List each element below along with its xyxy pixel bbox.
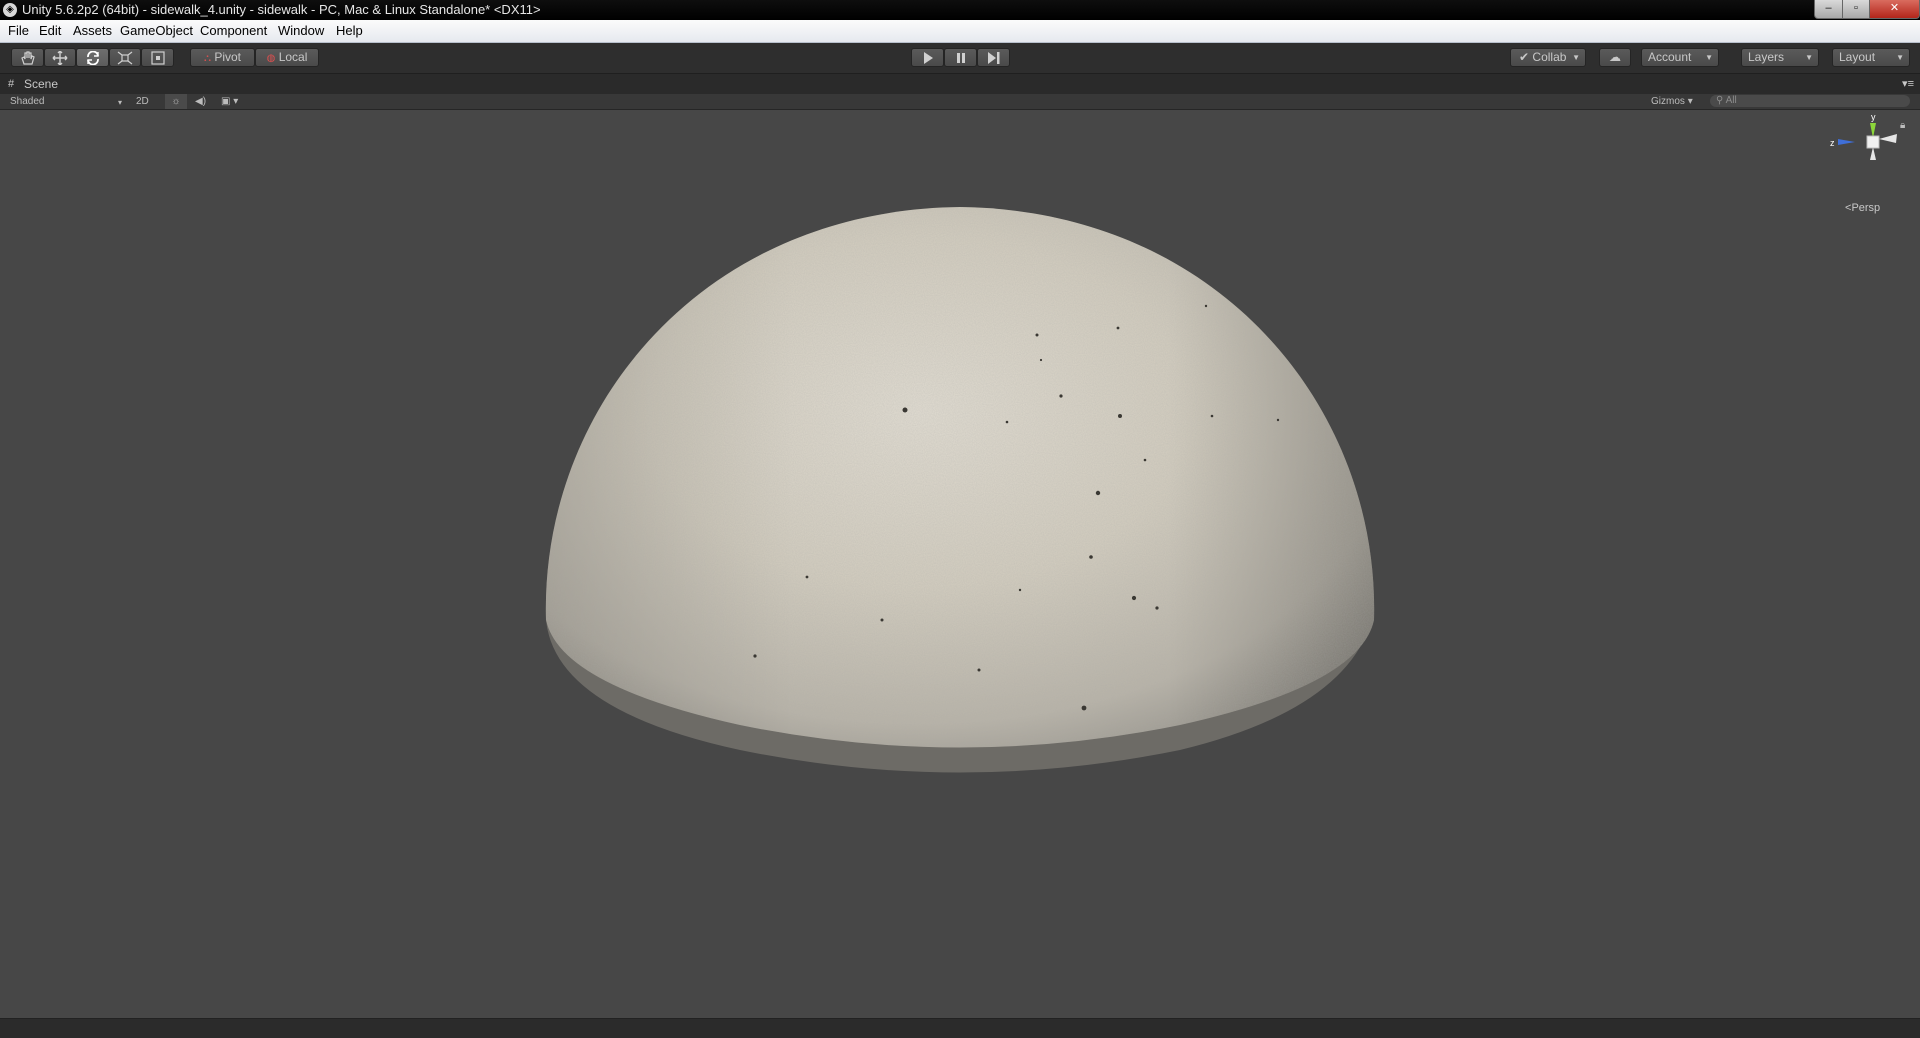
gizmos-label: Gizmos (1651, 96, 1685, 107)
shading-mode-label: Shaded (10, 96, 45, 107)
window-title: Unity 5.6.2p2 (64bit) - sidewalk_4.unity… (22, 2, 541, 17)
shading-mode-dropdown[interactable]: Shaded ▾ (10, 94, 122, 109)
menu-window[interactable]: Window (277, 20, 325, 42)
rect-tool-button[interactable] (141, 48, 174, 67)
local-label: Local (278, 50, 308, 64)
cloud-button[interactable]: ☁ (1599, 48, 1631, 67)
minimize-button[interactable]: – (1814, 0, 1843, 19)
scale-tool-button[interactable] (109, 48, 141, 67)
menu-component[interactable]: Component (199, 20, 268, 42)
chevron-down-icon: ▼ (1805, 53, 1813, 62)
chevron-down-icon: ▼ (1572, 53, 1580, 62)
scene-viewport[interactable]: y z <Persp 🔒︎ (0, 110, 1920, 1018)
scale-tool-icon (117, 51, 133, 65)
rect-tool-icon (150, 51, 165, 65)
play-icon (923, 52, 933, 64)
step-icon (987, 52, 999, 64)
scene-tab-bar: # Scene ▾≡ (0, 74, 1920, 94)
chevron-down-icon: ▼ (1705, 53, 1713, 62)
effects-dropdown[interactable]: ▣ ▾ (221, 94, 238, 109)
pivot-label: Pivot (214, 50, 242, 64)
menu-help[interactable]: Help (335, 20, 364, 42)
axis-neg-y-arrow[interactable] (1870, 147, 1876, 160)
menu-assets[interactable]: Assets (72, 20, 113, 42)
rotate-tool-button[interactable] (76, 48, 109, 67)
speaker-icon: ◀) (195, 96, 207, 107)
axis-y-label: y (1871, 112, 1876, 122)
pause-button[interactable] (944, 48, 977, 67)
menu-file[interactable]: File (7, 20, 30, 42)
hand-tool-icon (20, 51, 35, 65)
scene-search-input[interactable]: ⚲ All (1710, 95, 1910, 107)
concrete-dome-model[interactable] (0, 110, 1920, 1018)
layers-label: Layers (1748, 50, 1785, 64)
grid-icon: # (8, 78, 15, 90)
pivot-icon: ⛬ (203, 53, 211, 64)
unity-app-icon: ◈ (3, 3, 17, 17)
rotate-tool-icon (86, 51, 99, 65)
layout-dropdown[interactable]: Layout ▼ (1832, 48, 1910, 67)
image-icon: ▣ (221, 96, 231, 107)
menu-edit[interactable]: Edit (38, 20, 62, 42)
sun-icon: ☼ (171, 96, 181, 107)
chevron-down-icon: ▼ (1896, 53, 1904, 62)
axis-x-arrow[interactable] (1879, 134, 1897, 143)
chevron-down-icon: ▾ (1687, 96, 1693, 107)
main-toolbar: ⛬ Pivot ◍ Local ✔ Collab ▼ ☁ Account ▼ L… (0, 43, 1920, 74)
account-label: Account (1648, 50, 1692, 64)
chevron-down-icon: ▾ (117, 98, 122, 107)
menu-bar: File Edit Assets GameObject Component Wi… (0, 20, 1920, 43)
layout-label: Layout (1839, 50, 1876, 64)
account-dropdown[interactable]: Account ▼ (1641, 48, 1719, 67)
gizmo-center-cube[interactable] (1866, 135, 1880, 149)
layers-dropdown[interactable]: Layers ▼ (1741, 48, 1819, 67)
cloud-icon: ☁ (1609, 50, 1621, 64)
lock-icon[interactable]: 🔒︎ (1900, 120, 1905, 131)
hand-tool-button[interactable] (11, 48, 44, 67)
maximize-button[interactable]: ▫ (1842, 0, 1870, 19)
scene-view-toolbar: Shaded ▾ 2D ☼ ◀) ▣ ▾ Gizmos ▾ ⚲ All (0, 94, 1920, 110)
panel-menu-icon[interactable]: ▾≡ (1902, 74, 1914, 94)
pause-icon (956, 53, 965, 63)
checkmark-icon: ✔ (1519, 50, 1530, 64)
axis-y-arrow[interactable]: y (1870, 112, 1876, 138)
local-icon: ◍ (266, 53, 276, 64)
collab-label: Collab (1532, 50, 1567, 64)
2d-toggle[interactable]: 2D (136, 94, 149, 109)
search-placeholder: All (1725, 95, 1737, 106)
scene-tab-label[interactable]: Scene (24, 74, 58, 94)
close-button[interactable]: ✕ (1869, 0, 1920, 19)
step-button[interactable] (977, 48, 1010, 67)
search-icon: ⚲ (1716, 95, 1724, 106)
axis-z-label: z (1830, 138, 1835, 148)
window-title-bar: ◈ Unity 5.6.2p2 (64bit) - sidewalk_4.uni… (0, 0, 1920, 20)
projection-toggle[interactable]: <Persp (1845, 202, 1880, 214)
chevron-down-icon: ▾ (233, 96, 239, 107)
axis-z-arrow[interactable]: z (1830, 138, 1855, 148)
gizmos-dropdown[interactable]: Gizmos ▾ (1651, 94, 1693, 109)
lighting-toggle[interactable]: ☼ (165, 94, 187, 109)
play-button[interactable] (911, 48, 944, 67)
move-tool-icon (52, 51, 68, 65)
menu-gameobject[interactable]: GameObject (119, 20, 194, 42)
move-tool-button[interactable] (44, 48, 76, 67)
projection-label: Persp (1851, 202, 1881, 214)
local-toggle[interactable]: ◍ Local (255, 48, 319, 67)
audio-toggle[interactable]: ◀) (195, 94, 206, 109)
pivot-toggle[interactable]: ⛬ Pivot (190, 48, 255, 67)
collab-dropdown[interactable]: ✔ Collab ▼ (1510, 48, 1586, 67)
status-bar (0, 1018, 1920, 1038)
